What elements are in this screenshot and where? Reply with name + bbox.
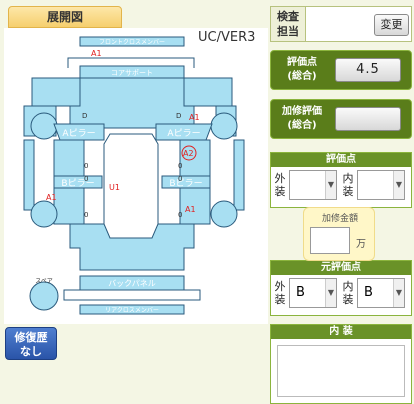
chevron-down-icon: ▼ [325, 279, 336, 307]
repair-evaluation-box: 加修評価 (総合) [270, 99, 412, 139]
back-panel-label: バックパネル [108, 279, 156, 288]
rear-cross-member-label: リアクロスメンバー [105, 307, 159, 314]
left-rocker[interactable] [23, 139, 35, 211]
left-front-apron[interactable] [31, 77, 81, 107]
damage-mark[interactable]: A1 [91, 49, 102, 58]
page-title-tab: 展開図 [8, 6, 122, 28]
original-exterior-label-1: 外 [274, 280, 286, 293]
car-body-diagram: フロントクロスメンバー コアサポート Aピラー Aピラー Bピラー Bピラー バ… [4, 28, 268, 324]
exterior-label-1: 外 [274, 172, 286, 185]
repair-evaluation-button[interactable] [335, 107, 401, 131]
repair-history-value: なし [20, 345, 42, 358]
original-interior-label-2: 装 [342, 293, 354, 306]
chevron-down-icon: ▼ [393, 279, 404, 307]
small-label: D [82, 112, 87, 120]
repair-evaluation-label: 加修評価 (総合) [275, 105, 329, 133]
original-interior-select[interactable]: B ▼ [357, 278, 405, 308]
damage-mark[interactable]: A1 [185, 205, 196, 214]
original-exterior-label: 外 装 [274, 280, 286, 306]
interior-notes-field[interactable] [277, 345, 405, 397]
front-left-wheel[interactable] [30, 112, 58, 140]
small-label: 0 [84, 175, 88, 183]
inspector-row: 検査 担当 変更 [270, 6, 412, 42]
model-version-label: UC/VER3 [198, 30, 256, 45]
repair-history-button[interactable]: 修復歴 なし [5, 327, 57, 360]
original-exterior-label-2: 装 [274, 293, 286, 306]
inspector-label-line1: 検査 [277, 10, 299, 23]
rear-right-wheel[interactable] [210, 200, 238, 228]
repair-amount-input[interactable] [310, 227, 350, 254]
evaluation-score-box: 評価点 (総合) 4.5 [270, 50, 412, 90]
right-rocker[interactable] [233, 139, 245, 211]
evaluation-score-label-line1: 評価点 [287, 57, 317, 68]
exterior-label: 外 装 [274, 172, 286, 198]
chevron-down-icon: ▼ [393, 171, 404, 199]
b-pillar-left-label: Bピラー [61, 178, 94, 189]
inspector-label: 検査 担当 [271, 7, 306, 41]
repair-amount-unit: 万 [356, 239, 366, 250]
interior-score-select[interactable]: ▼ [357, 170, 405, 200]
a-pillar-right-label: Aピラー [167, 128, 200, 139]
damage-mark[interactable]: A2 [183, 149, 194, 158]
original-interior-value: B [364, 285, 373, 300]
exterior-score-select[interactable]: ▼ [289, 170, 337, 200]
repair-evaluation-label-line2: (総合) [287, 120, 317, 131]
right-front-apron[interactable] [183, 77, 233, 107]
spare-label: スペア [35, 278, 53, 285]
exterior-label-2: 装 [274, 185, 286, 198]
repair-history-label: 修復歴 [14, 331, 48, 344]
interior-label: 内 装 [342, 172, 354, 198]
small-label: 0 [178, 175, 182, 183]
interior-panel: 内 装 [270, 324, 412, 404]
rear-left-wheel[interactable] [30, 200, 58, 228]
score-panel: 評価点 外 装 ▼ 内 装 ▼ [270, 152, 412, 208]
left-rear-door-panel[interactable] [53, 187, 85, 225]
damage-mark[interactable]: A1 [46, 193, 57, 202]
small-label: 0 [178, 162, 182, 170]
original-score-panel: 元評価点 外 装 B ▼ 内 装 B ▼ [270, 260, 412, 316]
change-inspector-button[interactable]: 変更 [374, 14, 409, 36]
b-pillar-right-label: Bピラー [169, 178, 202, 189]
repair-evaluation-label-line1: 加修評価 [282, 106, 322, 117]
chevron-down-icon: ▼ [325, 171, 336, 199]
front-right-wheel[interactable] [210, 112, 238, 140]
back-panel-frame [63, 289, 201, 301]
evaluation-score-label: 評価点 (総合) [275, 56, 329, 84]
interior-label-2: 装 [342, 185, 354, 198]
damage-mark[interactable]: U1 [109, 183, 120, 192]
original-exterior-value: B [296, 285, 305, 300]
original-score-panel-header: 元評価点 [271, 261, 411, 275]
interior-label-1: 内 [342, 172, 354, 185]
repair-amount-label: 加修金額 [321, 214, 358, 224]
repair-amount-box: 加修金額 万 [303, 207, 375, 261]
evaluation-score-button[interactable]: 4.5 [335, 58, 401, 82]
small-label: 0 [84, 162, 88, 170]
front-cross-member-label: フロントクロスメンバー [99, 39, 165, 46]
small-label: 0 [178, 211, 182, 219]
car-diagram-svg: フロントクロスメンバー コアサポート Aピラー Aピラー Bピラー Bピラー バ… [23, 36, 245, 315]
original-interior-label-1: 内 [342, 280, 354, 293]
inspector-label-line2: 担当 [277, 25, 299, 38]
small-label: 0 [84, 211, 88, 219]
a-pillar-left-label: Aピラー [62, 128, 95, 139]
original-exterior-select[interactable]: B ▼ [289, 278, 337, 308]
damage-mark[interactable]: A1 [189, 113, 200, 122]
left-front-door-panel[interactable] [53, 139, 85, 177]
original-interior-label: 内 装 [342, 280, 354, 306]
score-panel-header: 評価点 [271, 153, 411, 167]
core-support-label: コアサポート [111, 69, 153, 77]
interior-panel-header: 内 装 [271, 325, 411, 339]
small-label: D [176, 112, 181, 120]
evaluation-score-label-line2: (総合) [287, 71, 317, 82]
front-upper-panel[interactable] [69, 77, 195, 129]
spare-tire[interactable] [29, 281, 59, 311]
